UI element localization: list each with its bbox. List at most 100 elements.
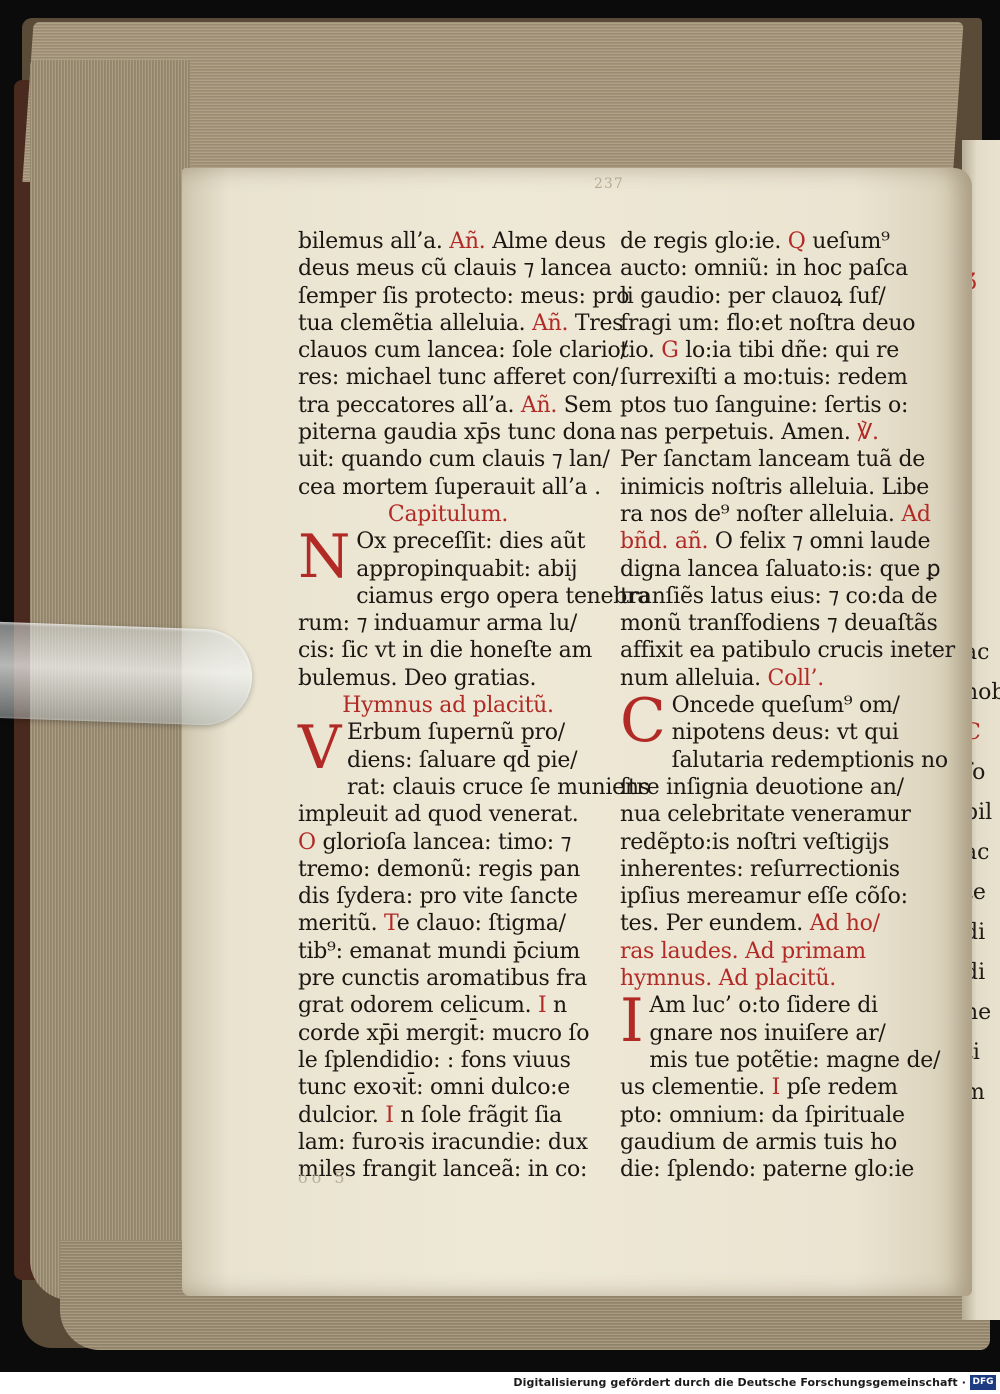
text-line: ra nos de⁹ noſter alleluia. Ad	[620, 501, 931, 528]
text-line: lam: furoꝛis iracundie: dux	[298, 1129, 598, 1156]
text-segment: uit: quando cum clauis ⁊ lan/	[298, 447, 610, 473]
text-line: affixit ea patibulo crucis ineter	[620, 637, 955, 664]
text-segment: clauos cum lancea: ſole clario/	[298, 338, 628, 364]
text-segment: ciamus ergo opera tenebra	[356, 583, 651, 609]
footer-bar: Digitalisierung gefördert durch die Deut…	[0, 1372, 1000, 1394]
text-line: dis ſydera: pro vite ſancte	[298, 883, 598, 910]
text-segment: deus meus cũ clauis ⁊ lancea	[298, 256, 612, 282]
text-segment: le ſplendidio: : fons viuus	[298, 1047, 571, 1073]
text-segment: glorioſa lancea: timo: ⁊	[315, 829, 572, 855]
text-segment: tes. Per eundem.	[620, 911, 810, 937]
text-segment: ptos tuo ſanguine: ſertis o:	[620, 392, 909, 418]
initial-capital: N	[298, 522, 351, 593]
text-line: V Erbum ſupernũ pro/	[298, 718, 598, 778]
rubric-text: I	[385, 1102, 394, 1128]
text-segment: us clementie.	[620, 1075, 772, 1101]
text-segment: affixit ea patibulo crucis ineter	[620, 638, 955, 664]
dfg-logo: DFG	[970, 1375, 996, 1390]
text-line: Hymnus ad placitũ.	[298, 692, 598, 719]
text-column-right: de regis glo:ie. Q ueſum⁹ aucto: omniũ: i…	[620, 228, 955, 1183]
text-segment: rat: clauis cruce ſe muniens	[347, 774, 650, 800]
text-line: cis: ſic vt in die honeſte am	[298, 637, 598, 664]
text-segment: inimicis noſtris alleluia. Libe	[620, 474, 930, 500]
text-line: tra peccatores all’a. Añ. Sem	[298, 392, 612, 419]
rubric-text: bñd. añ.	[620, 529, 709, 555]
text-line: bilemus all’a. Añ. Alme deus	[298, 228, 606, 255]
text-line: die: ſplendo: paterne glo:ie	[620, 1156, 920, 1183]
text-segment: pre cunctis aromatibus fra	[298, 966, 587, 992]
text-segment: ueſum⁹	[805, 229, 890, 254]
text-line: mis tue potẽtie: magne de/	[620, 1047, 940, 1074]
text-segment: bilemus all’a.	[298, 229, 450, 254]
text-segment: diens: ſaluare qd̄ pie/	[347, 747, 578, 773]
text-line: tranſiẽs latus eius: ⁊ co:da de	[620, 583, 938, 610]
text-line: res: michael tunc afferet con/	[298, 364, 619, 391]
text-line: dulcior. I n ſole frãgit ſia	[298, 1102, 598, 1129]
text-line: tes. Per eundem. Ad ho/	[620, 910, 920, 937]
text-segment: res: michael tunc afferet con/	[298, 365, 619, 391]
text-segment: appropinquabit: abij	[356, 556, 578, 582]
text-segment: Sem	[557, 392, 612, 418]
rubric-text: O	[298, 829, 316, 855]
text-segment: die: ſplendo: paterne glo:ie	[620, 1157, 914, 1183]
text-line: us clementie. I pſe redem	[620, 1074, 920, 1101]
text-line: ſtre inſignia deuotione an/	[620, 774, 920, 801]
rubric-text: G	[661, 338, 679, 364]
text-segment: aucto: omniũ: in hoc paſca	[620, 256, 908, 282]
folio-number: 237	[594, 176, 624, 192]
text-segment: O felix ⁊ omni laude	[708, 529, 931, 555]
text-segment: ſtre inſignia deuotione an/	[620, 774, 904, 800]
text-line: le ſplendidio: : fons viuus	[298, 1047, 598, 1074]
text-line: C Oncede queſum⁹ om/	[620, 691, 920, 751]
text-line: piterna gaudia xp̄s tunc dona	[298, 419, 616, 446]
text-segment: ſurrexiſti a mo:tuis: redem	[620, 365, 908, 391]
text-line: digna lancea ſaluato:is: que ꝑ	[620, 556, 941, 583]
text-line: pre cunctis aromatibus fra	[298, 965, 598, 992]
text-line: fragi um: flo:et noſtra deuo	[620, 310, 920, 337]
text-segment: redẽpto:is noſtri veſtigijs	[620, 829, 890, 855]
text-segment: lo:ia tibi dñe: qui re	[678, 338, 899, 364]
rubric-text: hymnus. Ad placitũ.	[620, 966, 836, 992]
text-line: pto: omnium: da ſpirituale	[620, 1102, 920, 1129]
rubric-text: ras laudes. Ad primam	[620, 938, 866, 964]
initial-capital: C	[620, 686, 666, 757]
text-line: ras laudes. Ad primam	[620, 938, 920, 965]
text-segment: mis tue potẽtie: magne de/	[649, 1047, 941, 1073]
text-line: impleuit ad quod venerat.	[298, 801, 598, 828]
book-scan: ƷacnobCfobilactedidinetim 237 bilemus al…	[0, 0, 1000, 1372]
text-segment: bulemus. Deo gratias.	[298, 665, 537, 691]
text-segment: dulcior.	[298, 1102, 386, 1128]
rubric-text: Añ.	[449, 229, 486, 254]
text-line: grat odorem celicum. I n	[298, 992, 598, 1019]
text-segment: piterna gaudia xp̄s tunc dona	[298, 420, 616, 446]
text-segment: num alleluia.	[620, 665, 768, 691]
text-line: cea mortem ſuperauit all’a .	[298, 474, 601, 501]
text-segment: rum: ⁊ induamur arma lu/	[298, 611, 578, 637]
text-segment: meritũ.	[298, 911, 385, 937]
text-line: deus meus cũ clauis ⁊ lancea	[298, 255, 612, 282]
text-line: gnare nos inuiſere ar/	[620, 1020, 920, 1047]
rubric-text: T	[384, 911, 397, 937]
text-segment: tio.	[620, 338, 662, 364]
text-line: I Am luc’ o:to ſidere di	[620, 991, 920, 1051]
text-line: ipſius mereamur eſſe cõſo:	[620, 883, 920, 910]
text-segment: nas perpetuis. Amen.	[620, 420, 858, 446]
text-line: N Ox preceſſit: dies aũt	[298, 527, 598, 587]
text-segment: grat odorem celicum.	[298, 993, 538, 1019]
text-segment: cea mortem ſuperauit all’a .	[298, 474, 601, 500]
text-segment: fragi um: flo:et noſtra deuo	[620, 310, 916, 336]
rubric-text: Ad ho/	[809, 911, 880, 937]
text-segment: monũ tranſfodiens ⁊ deuaſtãs	[620, 611, 938, 637]
text-line: inherentes: reſurrectionis	[620, 856, 920, 883]
text-segment: cis: ſic vt in die honeſte am	[298, 638, 593, 664]
text-line: ſemper ſis protecto: meus: pro	[298, 283, 630, 310]
text-line: nua celebritate veneramur	[620, 801, 920, 828]
text-segment: ipſius mereamur eſſe cõſo:	[620, 884, 908, 910]
text-line: rat: clauis cruce ſe muniens	[298, 774, 650, 801]
rubric-text: I	[771, 1075, 781, 1101]
text-segment: inherentes: reſurrectionis	[620, 856, 900, 882]
text-segment: tranſiẽs latus eius: ⁊ co:da de	[620, 583, 938, 609]
text-segment: pto: omnium: da ſpirituale	[620, 1102, 905, 1128]
text-column-left: bilemus all’a. Añ. Alme deus deus meus cũ…	[298, 228, 650, 1183]
text-segment: gaudium de armis tuis ho	[620, 1129, 897, 1155]
